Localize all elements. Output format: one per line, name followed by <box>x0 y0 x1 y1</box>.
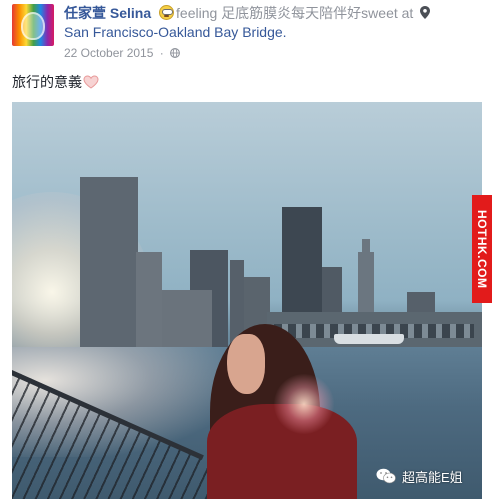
post-photo[interactable] <box>12 102 482 499</box>
location-link[interactable]: San Francisco-Oakland Bay Bridge. <box>64 24 287 40</box>
watermark-text: 超高能E姐 <box>402 469 463 485</box>
author-name-link[interactable]: 任家萱 Selina <box>64 5 151 21</box>
post-heading: 任家萱 Selina feeling 足底筋膜炎每天陪伴好sweet at <box>64 4 431 22</box>
avatar-face <box>21 12 45 40</box>
location-line: San Francisco-Oakland Bay Bridge. <box>64 23 287 41</box>
post-header: 任家萱 Selina feeling 足底筋膜炎每天陪伴好sweet at Sa… <box>12 4 482 64</box>
post-date-link[interactable]: 22 October 2015 <box>64 46 153 60</box>
feeling-label: feeling <box>176 5 218 21</box>
skyline-building <box>162 290 212 350</box>
side-watermark-tag: HOTHK.COM <box>472 195 492 303</box>
meta-separator: · <box>159 46 164 60</box>
skyline-building <box>136 252 162 352</box>
side-watermark-text: HOTHK.COM <box>475 209 489 289</box>
ferry-building-spire <box>362 239 370 253</box>
skyline-building <box>80 177 138 352</box>
globe-icon[interactable] <box>170 48 181 58</box>
ferry-boat <box>334 334 404 344</box>
caption-text: 旅行的意義 <box>12 74 82 90</box>
wechat-watermark: 超高能E姐 <box>376 466 463 486</box>
feeling-text: 足底筋膜炎每天陪伴好sweet at <box>221 5 414 21</box>
heart-icon <box>83 75 99 89</box>
ferry-building-tower <box>358 252 374 314</box>
post-meta: 22 October 2015 · <box>64 45 181 61</box>
post-caption: 旅行的意義 <box>12 73 99 91</box>
wechat-icon <box>376 468 396 484</box>
sweating-grin-emoji-icon <box>159 5 175 20</box>
map-pin-icon <box>420 6 431 19</box>
author-avatar[interactable] <box>12 4 54 46</box>
person-face <box>227 334 265 394</box>
lens-flare <box>274 374 334 434</box>
